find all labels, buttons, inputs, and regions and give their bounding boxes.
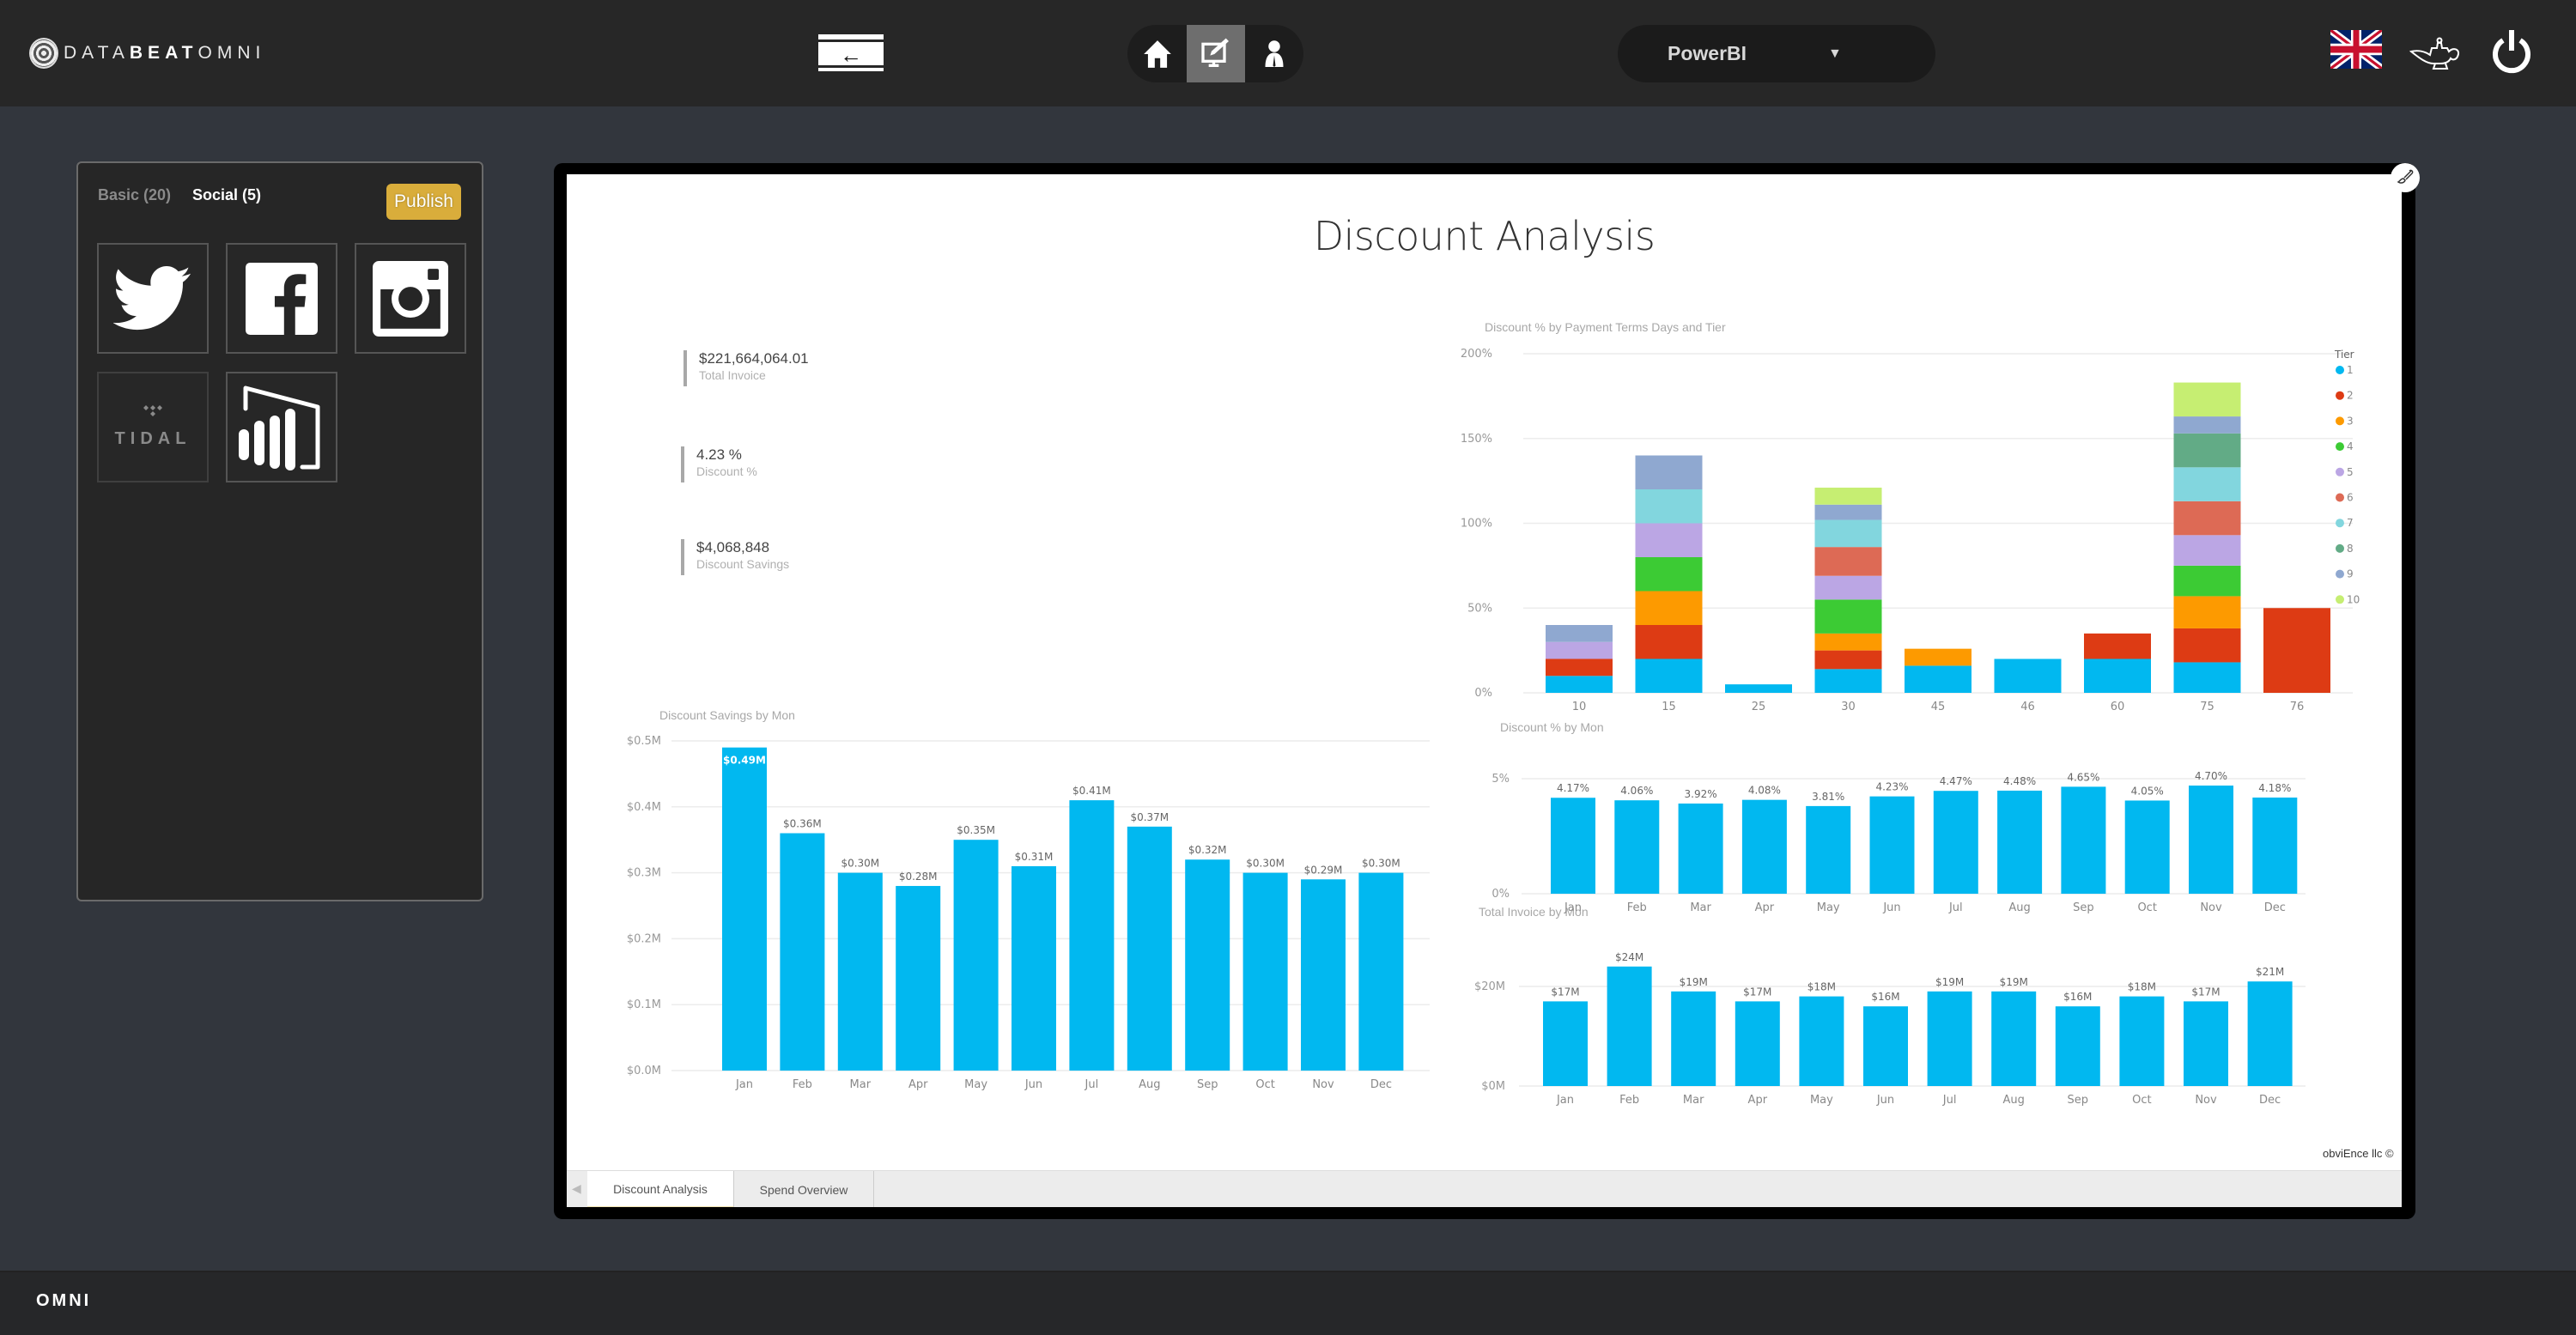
- page-tabs: ◀ ▶ Discount Analysis Spend Overview: [567, 1170, 2402, 1207]
- x-tick-label: Dec: [2259, 1094, 2281, 1107]
- chevron-down-icon: ▼: [1828, 46, 1842, 61]
- data-label: $19M: [2000, 976, 2028, 988]
- tile-twitter[interactable]: [97, 243, 209, 354]
- x-tick-label: Apr: [1748, 1094, 1768, 1107]
- logo-text: DATABEATOMNI: [64, 43, 266, 63]
- footer: OMNI: [0, 1271, 2576, 1335]
- data-label: $18M: [2128, 981, 2156, 993]
- edit-report-button[interactable]: [2391, 163, 2420, 192]
- tidal-label: TIDAL: [114, 429, 191, 448]
- tidal-icon: [143, 405, 162, 416]
- x-tick-label: Jul: [1942, 1094, 1957, 1107]
- tile-powerbi[interactable]: [226, 372, 337, 482]
- x-tick-label: Nov: [2195, 1094, 2217, 1107]
- nav-editor-button[interactable]: [1186, 25, 1245, 82]
- x-tick-label: Aug: [2003, 1094, 2025, 1107]
- instagram-icon: [373, 260, 448, 337]
- monitor-pen-icon: [1200, 38, 1229, 67]
- data-label: $17M: [1743, 986, 1771, 998]
- data-label: $21M: [2256, 966, 2284, 978]
- x-tick-label: Mar: [1683, 1094, 1704, 1107]
- footer-brand: OMNI: [36, 1291, 92, 1310]
- power-icon[interactable]: [2490, 28, 2533, 76]
- home-icon: [1143, 39, 1171, 68]
- uk-flag-icon[interactable]: [2330, 30, 2382, 69]
- app-logo[interactable]: DATABEATOMNI: [29, 38, 265, 69]
- publish-button[interactable]: Publish: [386, 184, 461, 220]
- x-tick-label: Feb: [1619, 1094, 1639, 1107]
- arrow-left-icon: ←: [840, 41, 862, 68]
- nav-user-button[interactable]: [1245, 25, 1303, 82]
- data-label: $19M: [1935, 976, 1964, 988]
- bar: [1607, 966, 1652, 1086]
- data-label: $17M: [1551, 986, 1579, 998]
- bar: [1863, 1006, 1908, 1086]
- data-label: $24M: [1615, 951, 1643, 963]
- y-tick-label: $0M: [1481, 1080, 1505, 1093]
- bar: [2184, 1001, 2228, 1086]
- x-tick-label: Jun: [1876, 1094, 1894, 1107]
- user-icon: [1265, 39, 1283, 67]
- bar: [1543, 1001, 1588, 1086]
- data-label: $19M: [1680, 976, 1708, 988]
- platform-select-value: PowerBI: [1668, 42, 1747, 64]
- x-tick-label: Sep: [2068, 1094, 2089, 1107]
- bar: [2247, 981, 2293, 1086]
- facebook-icon: [246, 262, 318, 335]
- bar: [2055, 1006, 2100, 1086]
- tile-instagram[interactable]: [355, 243, 466, 354]
- x-tick-label: Oct: [2132, 1094, 2151, 1107]
- widget-panel: Basic (20) Social (5) Publish TIDAL: [76, 161, 483, 901]
- bar: [1927, 991, 1972, 1086]
- x-tick-label: May: [1810, 1094, 1833, 1107]
- tab-social[interactable]: Social (5): [192, 186, 261, 204]
- page-tab-spend-overview[interactable]: Spend Overview: [734, 1171, 874, 1207]
- bar: [1671, 991, 1716, 1086]
- data-label: $16M: [2063, 991, 2092, 1003]
- paintbrush-icon: [2397, 169, 2414, 184]
- twitter-icon: [113, 265, 191, 330]
- y-tick-label: $20M: [1474, 980, 1505, 993]
- tile-facebook[interactable]: [226, 243, 337, 354]
- back-button[interactable]: ←: [818, 34, 884, 71]
- data-label: $17M: [2191, 986, 2220, 998]
- genie-lamp-icon[interactable]: [2409, 33, 2463, 71]
- bar: [1735, 1001, 1780, 1086]
- data-label: $16M: [1871, 991, 1899, 1003]
- tile-tidal[interactable]: TIDAL: [97, 372, 209, 482]
- bar: [2119, 996, 2165, 1086]
- bar: [1799, 996, 1844, 1086]
- tab-basic[interactable]: Basic (20): [98, 186, 171, 204]
- x-tick-label: Jan: [1556, 1094, 1574, 1107]
- powerbi-report: Discount Analysis $221,664,064.01 Total …: [567, 174, 2402, 1207]
- powerbi-icon: [239, 385, 320, 470]
- nav-home-button[interactable]: [1128, 25, 1187, 82]
- page-tab-discount-analysis[interactable]: Discount Analysis: [587, 1171, 734, 1207]
- copyright: obviEnce llc ©: [2323, 1147, 2394, 1160]
- top-bar: DATABEATOMNI ← PowerBI ▼: [0, 0, 2576, 106]
- tab-scroll-left-icon[interactable]: ◀: [572, 1181, 581, 1196]
- bar: [1991, 991, 2037, 1086]
- fingerprint-logo-icon: [29, 38, 58, 69]
- platform-select[interactable]: PowerBI ▼: [1618, 25, 1935, 82]
- data-label: $18M: [1807, 981, 1836, 993]
- mode-nav: [1127, 25, 1303, 82]
- chart-invoice: $0M $20M $17M Jan $24M Feb $19M Mar $17M Apr $18M M…: [1474, 951, 2306, 1107]
